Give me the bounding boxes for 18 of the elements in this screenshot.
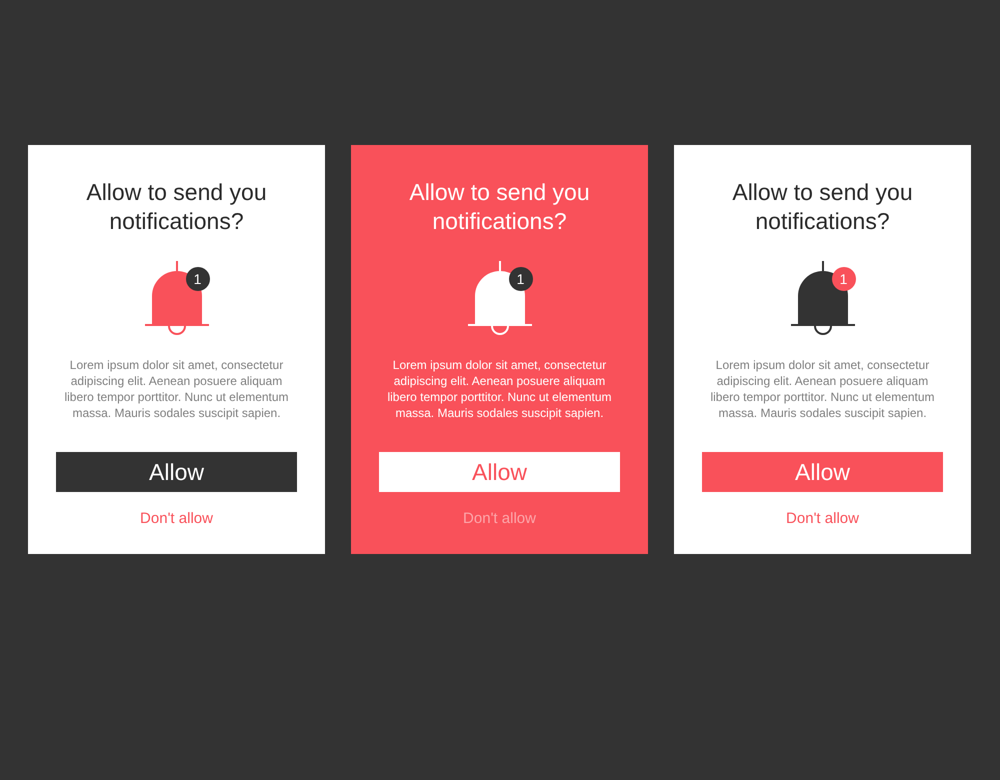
dialog-title: Allow to send you notifications? [85, 178, 268, 236]
bell-icon [790, 261, 854, 335]
dont-allow-link[interactable]: Don't allow [463, 510, 536, 528]
bell-icon [144, 261, 208, 335]
dialog-title: Allow to send you notifications? [408, 178, 591, 236]
dont-allow-link[interactable]: Don't allow [140, 510, 213, 528]
description-text: Lorem ipsum dolor sit amet, consectetur adipiscing elit. Aenean posuere aliquam libero tempor porttitor. Nunc ut elementum massa. Mauris sodales suscipit sapien. [709, 357, 936, 421]
allow-button[interactable]: Allow [379, 452, 620, 492]
dont-allow-link[interactable]: Don't allow [786, 510, 859, 528]
notification-badge: 1 [832, 267, 856, 291]
notification-badge: 1 [508, 267, 532, 291]
bell-icon [468, 261, 532, 335]
description-text: Lorem ipsum dolor sit amet, consectetur adipiscing elit. Aenean posuere aliquam libero tempor porttitor. Nunc ut elementum massa. Mauris sodales suscipit sapien. [63, 357, 290, 421]
allow-button[interactable]: Allow [56, 452, 297, 492]
notification-badge: 1 [186, 267, 210, 291]
description-text: Lorem ipsum dolor sit amet, consectetur adipiscing elit. Aenean posuere aliquam libero tempor porttitor. Nunc ut elementum massa. Mauris sodales suscipit sapien. [386, 357, 613, 421]
dialog-title: Allow to send you notifications? [731, 178, 914, 236]
allow-button[interactable]: Allow [702, 452, 943, 492]
